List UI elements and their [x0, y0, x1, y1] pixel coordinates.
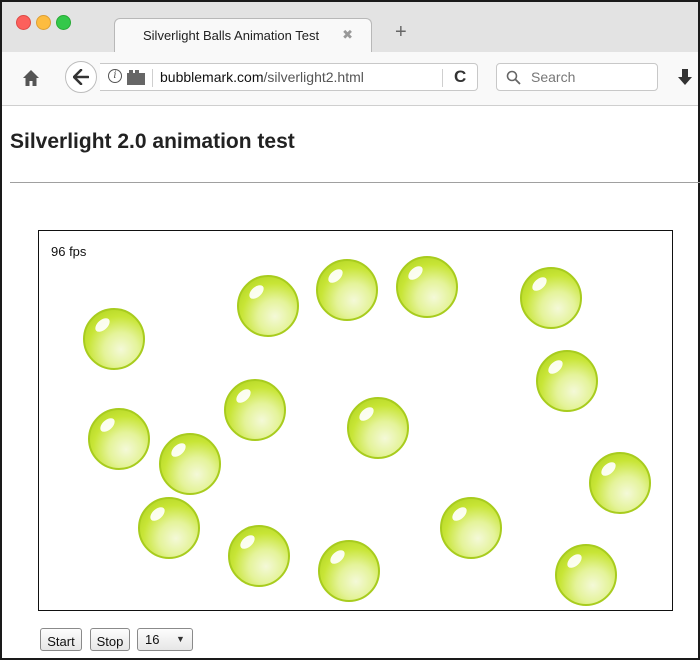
tab-active[interactable]: Silverlight Balls Animation Test ✖ — [114, 18, 372, 52]
tab-title: Silverlight Balls Animation Test — [143, 28, 320, 43]
new-tab-button[interactable]: + — [395, 22, 407, 42]
ball — [237, 275, 299, 337]
page-content: Silverlight 2.0 animation test 96 fps St… — [2, 106, 700, 662]
stop-button[interactable]: Stop — [90, 628, 130, 651]
ball — [83, 308, 145, 370]
tab-close-icon[interactable]: ✖ — [342, 27, 353, 43]
ball — [555, 544, 617, 606]
url-domain: bubblemark.com — [160, 69, 264, 85]
close-window-button[interactable] — [16, 15, 31, 30]
fps-counter: 96 fps — [51, 244, 87, 259]
tab-bar: Silverlight Balls Animation Test ✖ + — [2, 2, 698, 52]
chevron-down-icon: ▼ — [176, 634, 185, 644]
page-title: Silverlight 2.0 animation test — [10, 130, 295, 153]
ball — [138, 497, 200, 559]
home-icon[interactable] — [22, 69, 40, 87]
reload-icon[interactable]: C — [454, 67, 466, 87]
back-button[interactable] — [65, 61, 97, 93]
ball — [228, 525, 290, 587]
zoom-window-button[interactable] — [56, 15, 71, 30]
ball — [440, 497, 502, 559]
minimize-window-button[interactable] — [36, 15, 51, 30]
ball — [316, 259, 378, 321]
page-icon — [127, 70, 145, 85]
search-icon — [506, 70, 521, 85]
ball — [396, 256, 458, 318]
url-path: /silverlight2.html — [263, 69, 364, 85]
ball — [318, 540, 380, 602]
info-icon[interactable]: i — [108, 69, 122, 83]
ball-count-select[interactable]: 16 ▼ — [137, 628, 193, 651]
ball — [224, 379, 286, 441]
ball — [536, 350, 598, 412]
url-separator-2 — [442, 69, 443, 87]
url-bar[interactable]: i bubblemark.com/silverlight2.html C — [100, 63, 478, 91]
ball — [589, 452, 651, 514]
download-icon[interactable] — [677, 69, 693, 87]
browser-window: Silverlight Balls Animation Test ✖ + i b… — [0, 0, 700, 660]
search-placeholder: Search — [531, 69, 576, 85]
ball — [520, 267, 582, 329]
animation-stage: 96 fps — [38, 230, 673, 611]
ball — [347, 397, 409, 459]
ball — [159, 433, 221, 495]
url-separator — [152, 69, 153, 87]
ball — [88, 408, 150, 470]
ball-count-value: 16 — [145, 632, 160, 647]
url-text[interactable]: bubblemark.com/silverlight2.html — [160, 69, 364, 85]
navigation-bar: i bubblemark.com/silverlight2.html C Sea… — [2, 52, 698, 106]
back-arrow-icon — [73, 69, 89, 85]
horizontal-rule — [10, 182, 700, 183]
start-button[interactable]: Start — [40, 628, 82, 651]
search-input[interactable]: Search — [496, 63, 658, 91]
